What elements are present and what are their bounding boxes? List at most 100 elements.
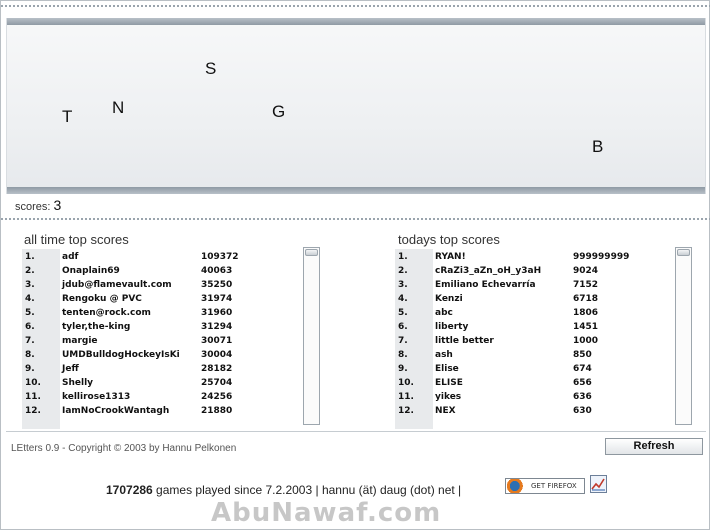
games-text: games played since 7.2.2003 | hannu (ät)…	[152, 483, 462, 497]
score-cell: 30004	[201, 350, 233, 360]
name-cell: liberty	[435, 322, 469, 332]
game-area-top-bar	[7, 18, 705, 25]
name-cell: Onaplain69	[62, 266, 120, 276]
scrollbar-thumb[interactable]	[305, 249, 318, 256]
table-row: 2. Onaplain69 40063	[22, 265, 302, 279]
falling-letter-b: B	[592, 137, 604, 156]
score-cell: 21880	[201, 406, 233, 416]
games-count: 1707286	[106, 483, 153, 497]
score-cell: 24256	[201, 392, 233, 402]
table-row: 12. NEX 630	[395, 405, 673, 419]
score-cell: 6718	[573, 294, 599, 304]
score-cell: 31974	[201, 294, 233, 304]
rank-cell: 3.	[25, 280, 35, 290]
table-row: 12. IamNoCrookWantagh 21880	[22, 405, 302, 419]
table-row: 4. Rengoku @ PVC 31974	[22, 293, 302, 307]
table-row: 9. Elise 674	[395, 363, 673, 377]
firefox-label: GET FIREFOX	[531, 482, 577, 490]
all-time-scores-table: 1. adf 109372 2. Onaplain69 40063 3. jdub@flame…	[22, 249, 302, 429]
get-firefox-button[interactable]: GET FIREFOX	[505, 478, 585, 494]
name-cell: tyler,the-king	[62, 322, 131, 332]
score-cell: 25704	[201, 378, 233, 388]
score-cell: 674	[573, 364, 592, 374]
score-cell: 999999999	[573, 252, 630, 262]
name-cell: NEX	[435, 406, 456, 416]
game-area-bottom-bar	[7, 187, 705, 194]
rank-cell: 12.	[398, 406, 414, 416]
rank-cell: 4.	[398, 294, 408, 304]
watermark: AbuNawaf.com	[211, 498, 442, 528]
rank-cell: 3.	[398, 280, 408, 290]
stats-chart-icon[interactable]	[590, 475, 607, 493]
table-row: 3. jdub@flamevault.com 35250	[22, 279, 302, 293]
score-cell: 850	[573, 350, 592, 360]
app-window: S T N G B scores: 3 all time top scores 1…	[0, 0, 710, 530]
score-cell: 31960	[201, 308, 233, 318]
score-cell: 1451	[573, 322, 599, 332]
rank-cell: 5.	[398, 308, 408, 318]
rank-cell: 2.	[25, 266, 35, 276]
rank-cell: 2.	[398, 266, 408, 276]
name-cell: ash	[435, 350, 453, 360]
name-cell: jdub@flamevault.com	[62, 280, 172, 290]
score-cell: 630	[573, 406, 592, 416]
name-cell: Shelly	[62, 378, 94, 388]
score-value: 3	[53, 197, 62, 213]
today-scores-table: 1. RYAN! 999999999 2. cRaZi3_aZn_oH_y3aH 9024…	[395, 249, 673, 429]
rank-cell: 8.	[25, 350, 35, 360]
name-cell: Jeff	[62, 364, 79, 374]
today-title: todays top scores	[398, 232, 500, 247]
firefox-globe-icon	[506, 479, 528, 493]
table-row: 6. liberty 1451	[395, 321, 673, 335]
table-row: 4. Kenzi 6718	[395, 293, 673, 307]
table-row: 1. RYAN! 999999999	[395, 251, 673, 265]
name-cell: RYAN!	[435, 252, 466, 262]
name-cell: Kenzi	[435, 294, 463, 304]
score-cell: 109372	[201, 252, 239, 262]
table-row: 8. ash 850	[395, 349, 673, 363]
rank-cell: 4.	[25, 294, 35, 304]
name-cell: Rengoku @ PVC	[62, 294, 142, 304]
falling-letter-g: G	[272, 102, 286, 121]
name-cell: margie	[62, 336, 98, 346]
name-cell: Elise	[435, 364, 459, 374]
table-row: 1. adf 109372	[22, 251, 302, 265]
rank-cell: 7.	[398, 336, 408, 346]
game-area[interactable]: S T N G B	[6, 18, 706, 194]
table-row: 11. kellirose1313 24256	[22, 391, 302, 405]
footer-divider	[6, 431, 706, 432]
name-cell: IamNoCrookWantagh	[62, 406, 170, 416]
name-cell: yikes	[435, 392, 462, 402]
rank-cell: 5.	[25, 308, 35, 318]
all-time-scrollbar[interactable]	[303, 247, 320, 425]
name-cell: cRaZi3_aZn_oH_y3aH	[435, 266, 542, 276]
today-scrollbar[interactable]	[675, 247, 692, 425]
games-played-line: 1707286 games played since 7.2.2003 | ha…	[106, 483, 461, 497]
table-row: 3. Emiliano Echevarría 7152	[395, 279, 673, 293]
name-cell: UMDBulldogHockeyIsKi	[62, 350, 180, 360]
rank-cell: 6.	[398, 322, 408, 332]
score-cell: 31294	[201, 322, 233, 332]
all-time-title: all time top scores	[24, 232, 129, 247]
rank-cell: 10.	[398, 378, 414, 388]
middle-divider	[1, 218, 710, 220]
score-cell: 9024	[573, 266, 599, 276]
table-row: 10. Shelly 25704	[22, 377, 302, 391]
scrollbar-thumb[interactable]	[677, 249, 690, 256]
score-cell: 656	[573, 378, 592, 388]
table-row: 11. yikes 636	[395, 391, 673, 405]
rank-cell: 1.	[25, 252, 35, 262]
falling-letter-n: N	[112, 98, 125, 117]
score-cell: 28182	[201, 364, 233, 374]
table-row: 2. cRaZi3_aZn_oH_y3aH 9024	[395, 265, 673, 279]
rank-cell: 9.	[398, 364, 408, 374]
score-label: scores:	[15, 201, 51, 213]
name-cell: little better	[435, 336, 494, 346]
refresh-button[interactable]: Refresh	[605, 438, 703, 455]
table-row: 7. little better 1000	[395, 335, 673, 349]
score-cell: 636	[573, 392, 592, 402]
rank-cell: 1.	[398, 252, 408, 262]
falling-letter-s: S	[205, 59, 217, 78]
score-cell: 1000	[573, 336, 599, 346]
top-divider	[1, 5, 710, 7]
